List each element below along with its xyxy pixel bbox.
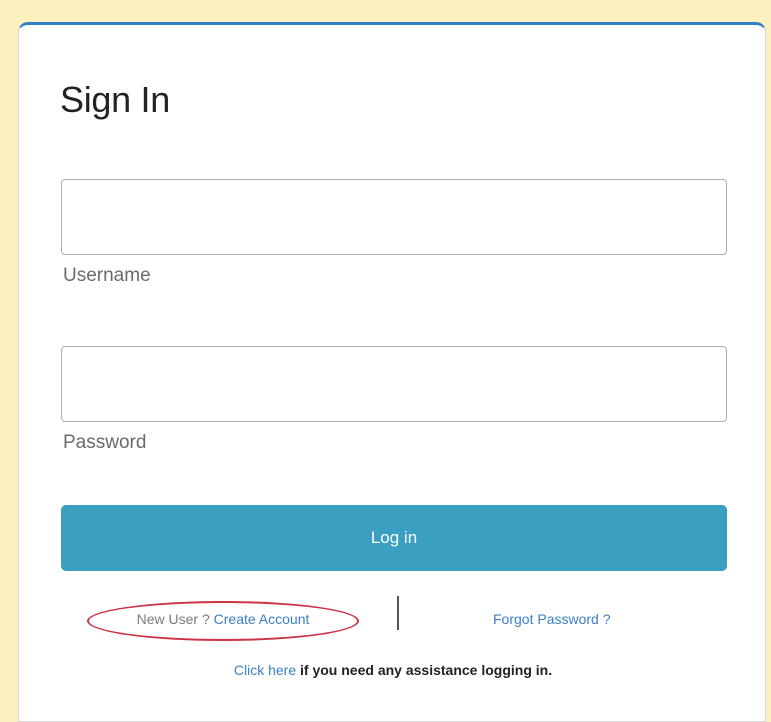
page-title: Sign In xyxy=(60,79,170,120)
new-user-section: New User ? Create Account xyxy=(87,601,359,641)
password-input[interactable] xyxy=(61,346,727,422)
username-input[interactable] xyxy=(61,179,727,255)
password-label: Password xyxy=(63,432,147,453)
help-click-here-link[interactable]: Click here xyxy=(234,662,296,678)
signin-card: Sign In Username Password Log in New Use… xyxy=(18,22,766,722)
help-text: if you need any assistance logging in. xyxy=(296,662,553,678)
forgot-password-link[interactable]: Forgot Password ? xyxy=(493,611,611,627)
new-user-prompt: New User ? xyxy=(136,611,214,627)
link-divider xyxy=(397,596,399,630)
help-line: Click here if you need any assistance lo… xyxy=(19,662,767,678)
create-account-link[interactable]: Create Account xyxy=(214,611,310,627)
login-button[interactable]: Log in xyxy=(61,505,727,571)
username-label: Username xyxy=(63,265,151,286)
